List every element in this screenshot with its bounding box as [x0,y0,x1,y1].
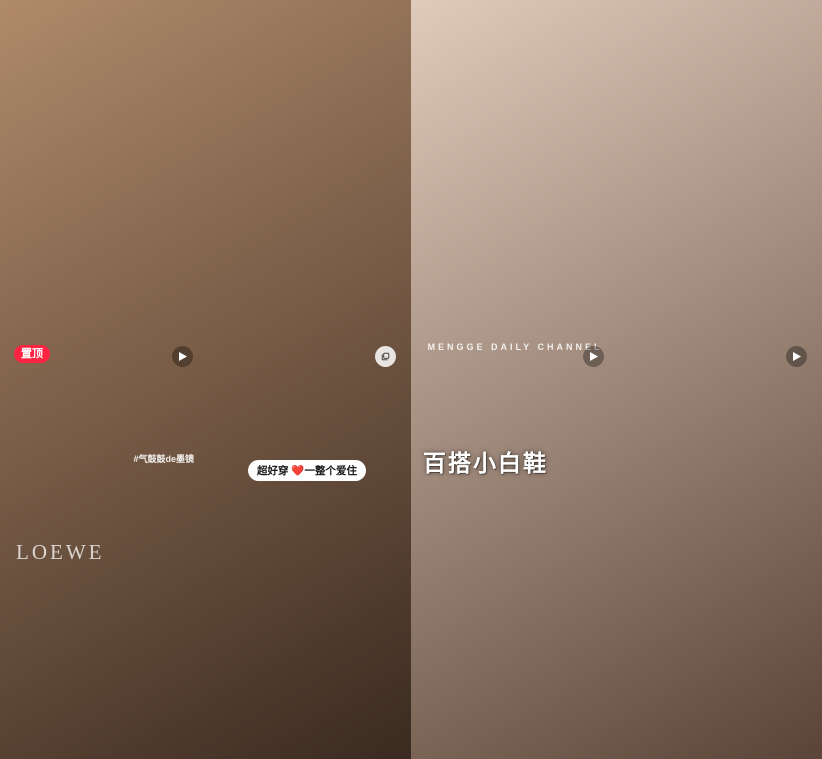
note-footer: LH_口口 145 [0,0,411,759]
note-cover-brand: LOEWE [16,540,105,564]
note-grid-right: MENGGE DAILY CHANNEL 百搭小白鞋 6双百搭小白鞋！舒适好看～… [411,0,822,759]
play-icon [178,352,187,361]
note-card[interactable]: 2.21直播预告下！首饰、靴子、包包、美护日用 梦戈 352 [411,0,822,759]
content-sheet-left: 笔记 商品 标记 收藏 《我和豆爸说》 › [0,0,411,759]
profile-panel-left: 193 关注 18.5万 粉丝 44.8万 获赞与收藏 关注 [0,0,411,759]
album-stack-icon [381,352,390,361]
image-count-badge [375,346,396,367]
play-button[interactable] [583,346,604,367]
profile-panel-right: 93 关注 37.5万 粉丝 123.2万 获赞与收藏 关注 [411,0,822,759]
play-button[interactable] [172,346,193,367]
note-card[interactable]: 超好穿 ❤️一整个爱住 小价位打底TEE｜太好穿啦～黑白色都冲 ✌️ LH_口口… [0,0,411,759]
note-footer: 梦戈 352 [411,0,822,759]
note-cover-headline: 百搭小白鞋 [423,450,548,477]
content-sheet-right: 笔记 收藏 [411,0,822,759]
note-grid-left: 置顶 #气鼓鼓de墨镜 LOEWE 搞怪又时髦有没有？气鼓鼓的罗意威 ✌️ LH… [0,0,411,759]
play-icon [589,352,598,361]
dual-profile-screenshot: 193 关注 18.5万 粉丝 44.8万 获赞与收藏 关注 [0,0,822,759]
author-avatar[interactable] [411,0,822,759]
note-cover-tag: #气鼓鼓de墨镜 [133,454,194,465]
author-avatar[interactable] [0,0,411,759]
note-cover-caption: 超好穿 ❤️一整个爱住 [248,460,366,482]
pinned-badge: 置顶 [14,345,50,363]
play-button[interactable] [786,346,807,367]
play-icon [792,352,801,361]
